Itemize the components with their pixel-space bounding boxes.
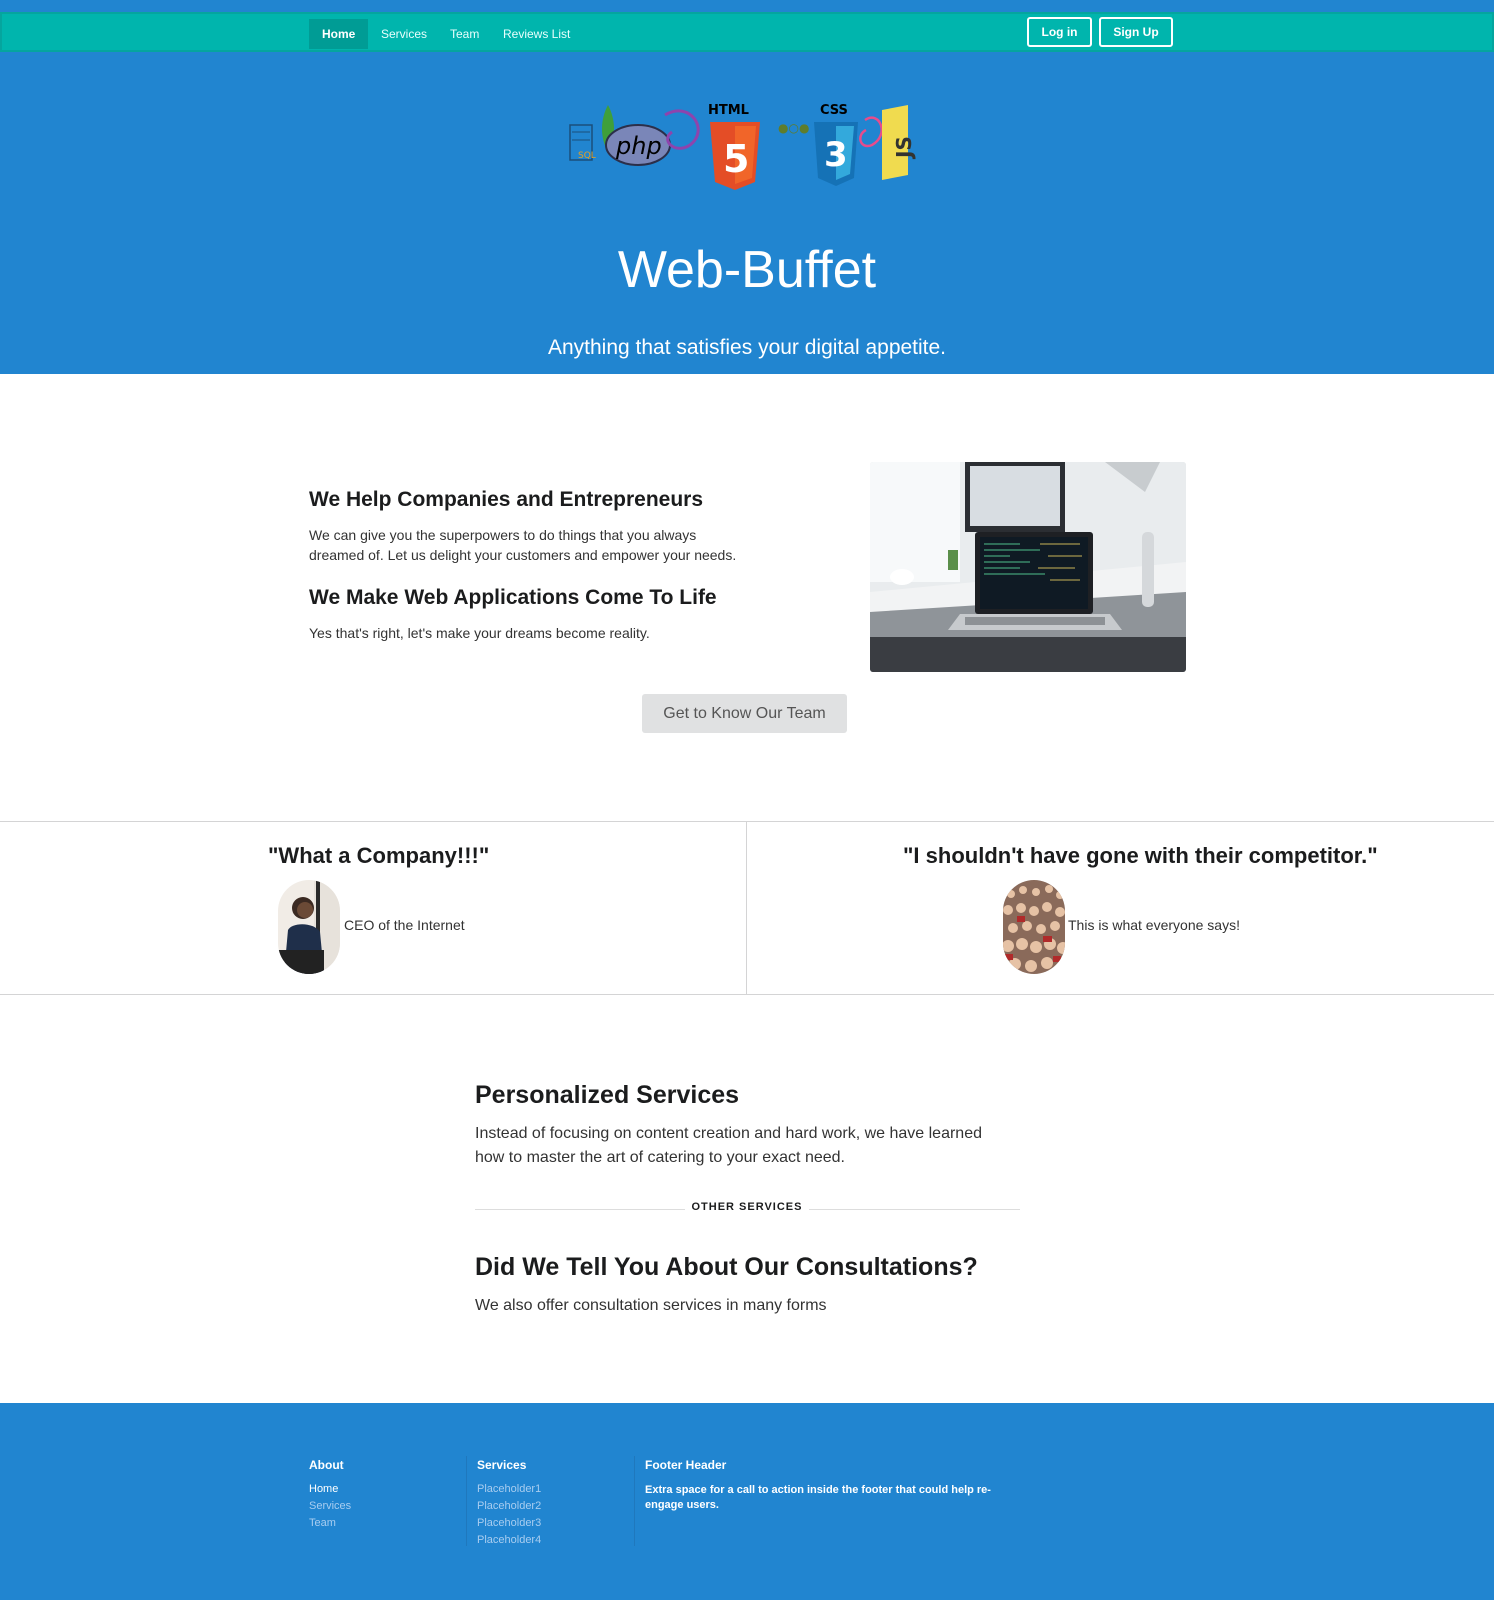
other-services-divider-label: OTHER SERVICES bbox=[691, 1201, 803, 1213]
footer-separator-1 bbox=[466, 1456, 467, 1546]
svg-text:JS: JS bbox=[892, 136, 916, 160]
hero-section: Home Services Team Reviews List Log in S… bbox=[0, 0, 1494, 374]
footer-link-team[interactable]: Team bbox=[309, 1517, 336, 1529]
intro-text-line-2: dreamed of. Let us delight your customer… bbox=[309, 547, 737, 563]
avatar-ceo bbox=[278, 880, 340, 974]
small-logo-icon: ●○● bbox=[778, 121, 809, 135]
svg-text:HTML: HTML bbox=[708, 103, 749, 118]
js-logo-icon: JS bbox=[882, 105, 916, 180]
swirl-logo-icon bbox=[664, 109, 700, 150]
nav-item-home[interactable]: Home bbox=[309, 19, 369, 49]
intro-text-line-1: We can give you the superpowers to do th… bbox=[309, 527, 697, 543]
pink-swirl-icon bbox=[859, 116, 883, 148]
php-logo-icon: php bbox=[605, 124, 671, 166]
svg-text:SQL: SQL bbox=[578, 151, 596, 161]
login-button[interactable]: Log in bbox=[1027, 17, 1092, 47]
laptop-desk-photo bbox=[870, 462, 1186, 672]
svg-text:php: php bbox=[615, 132, 662, 160]
svg-text:CSS: CSS bbox=[820, 103, 848, 118]
testimonials-section: "What a Company!!!" CEO of the Internet … bbox=[0, 821, 1494, 995]
intro-heading-web-apps: We Make Web Applications Come To Life bbox=[309, 586, 717, 609]
testimonial-quote-2: "I shouldn't have gone with their compet… bbox=[903, 843, 1378, 868]
testimonial-attribution-2: This is what everyone says! bbox=[1068, 917, 1240, 933]
footer-link-placeholder4[interactable]: Placeholder4 bbox=[477, 1534, 541, 1546]
svg-text:3: 3 bbox=[824, 135, 848, 175]
services-text-line-2: how to master the art of catering to you… bbox=[475, 1149, 845, 1166]
testimonial-divider bbox=[746, 822, 747, 994]
signup-button[interactable]: Sign Up bbox=[1099, 17, 1173, 47]
testimonial-attribution-1: CEO of the Internet bbox=[344, 917, 465, 933]
svg-text:5: 5 bbox=[723, 137, 749, 181]
hero-subtitle: Anything that satisfies your digital app… bbox=[547, 336, 947, 359]
nav-item-reviews-list[interactable]: Reviews List bbox=[490, 19, 583, 49]
database-logo-icon: SQL bbox=[569, 124, 596, 161]
hero-title: Web-Buffet bbox=[617, 241, 877, 299]
avatar-crowd bbox=[1003, 880, 1065, 974]
intro-text-dreams: Yes that's right, let's make your dreams… bbox=[309, 625, 650, 641]
tech-logos-image: SQL php HTML 5 ●○● CSS 3 JS bbox=[569, 103, 916, 190]
footer-cta-heading: Footer Header bbox=[645, 1458, 727, 1472]
services-heading-consultations: Did We Tell You About Our Consultations? bbox=[475, 1253, 978, 1281]
footer: About Home Services Team Services Placeh… bbox=[0, 1403, 1494, 1600]
footer-separator-2 bbox=[634, 1456, 635, 1546]
footer-link-placeholder1[interactable]: Placeholder1 bbox=[477, 1483, 541, 1495]
footer-link-placeholder3[interactable]: Placeholder3 bbox=[477, 1517, 541, 1529]
services-heading-personalized: Personalized Services bbox=[475, 1081, 740, 1109]
services-text-consultations: We also offer consultation services in m… bbox=[475, 1297, 827, 1314]
team-cta-button[interactable]: Get to Know Our Team bbox=[642, 694, 847, 733]
footer-about-heading: About bbox=[309, 1458, 344, 1472]
footer-services-heading: Services bbox=[477, 1458, 527, 1472]
services-text-line-1: Instead of focusing on content creation … bbox=[475, 1125, 982, 1142]
css3-logo-icon: CSS 3 bbox=[814, 103, 858, 186]
intro-heading-companies: We Help Companies and Entrepreneurs bbox=[309, 488, 704, 511]
divider-line-left bbox=[475, 1209, 685, 1210]
footer-link-home[interactable]: Home bbox=[309, 1483, 338, 1495]
footer-cta-text: Extra space for a call to action inside … bbox=[645, 1484, 991, 1511]
testimonial-quote-1: "What a Company!!!" bbox=[268, 843, 490, 868]
top-menu: Home Services Team Reviews List Log in S… bbox=[0, 12, 1494, 52]
footer-link-services[interactable]: Services bbox=[309, 1500, 351, 1512]
footer-link-placeholder2[interactable]: Placeholder2 bbox=[477, 1500, 541, 1512]
divider-line-right bbox=[809, 1209, 1020, 1210]
html5-logo-icon: HTML 5 bbox=[708, 103, 760, 190]
nav-item-team[interactable]: Team bbox=[437, 19, 492, 49]
nav-item-services[interactable]: Services bbox=[368, 19, 440, 49]
